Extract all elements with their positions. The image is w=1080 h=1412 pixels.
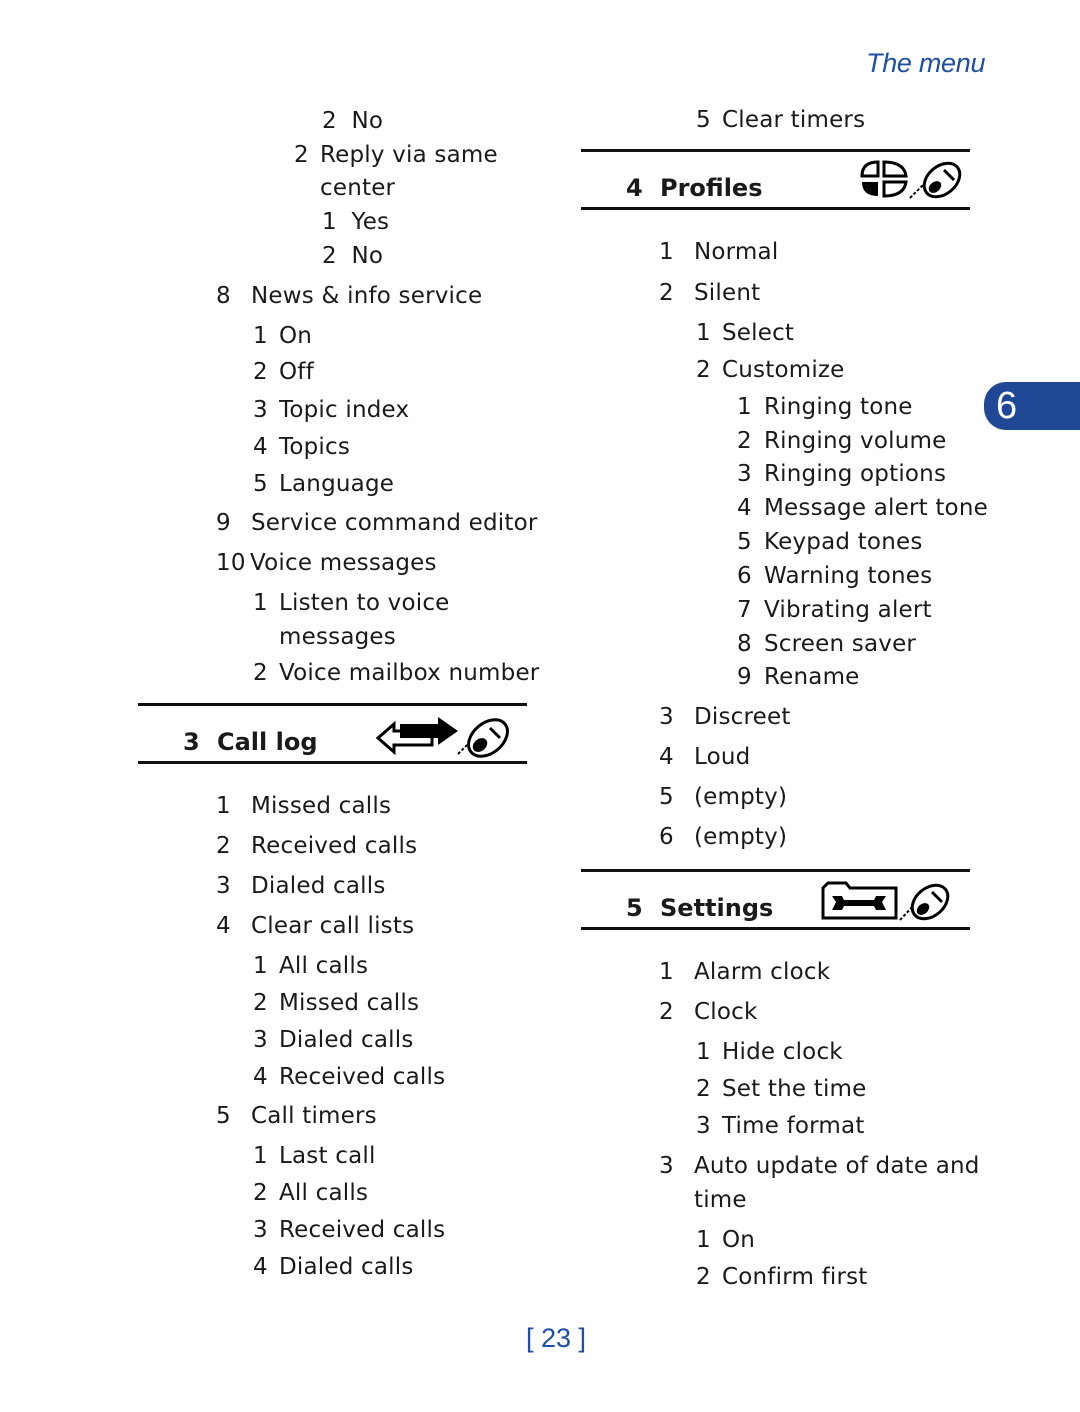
- menu-line: 1 Listen to voice: [253, 590, 450, 616]
- menu-line: 1 Alarm clock: [659, 959, 831, 985]
- menu-line: 5 Clear timers: [696, 107, 866, 133]
- menu-line: 2 No: [322, 108, 384, 134]
- page-number: [ 23 ]: [526, 1323, 587, 1353]
- call-log-icon: [376, 717, 509, 758]
- menu-line: 2 Customize: [696, 357, 845, 383]
- section-heading-settings: 5 Settings: [626, 894, 774, 922]
- menu-line: 1 All calls: [253, 953, 369, 979]
- menu-line: 8 News & info service: [216, 283, 483, 309]
- menu-line: 1 Ringing tone: [737, 394, 913, 420]
- menu-line: 2 Reply via same: [294, 142, 498, 168]
- section-rule-top: [581, 869, 970, 872]
- menu-line: 4 Dialed calls: [253, 1254, 414, 1280]
- menu-line: 4 Message alert tone: [737, 495, 988, 521]
- menu-line: 5 Call timers: [216, 1103, 377, 1129]
- menu-line: 2 Missed calls: [253, 990, 420, 1016]
- menu-line: 3 Dialed calls: [253, 1027, 414, 1053]
- menu-line: 10 Voice messages: [216, 550, 437, 576]
- menu-line: 2 Clock: [659, 999, 758, 1025]
- menu-line: 1 On: [253, 323, 313, 349]
- menu-line: 2 All calls: [253, 1180, 369, 1206]
- menu-line: messages: [279, 624, 396, 650]
- menu-line: 9 Service command editor: [216, 510, 538, 536]
- menu-line: 1 Last call: [253, 1143, 376, 1169]
- menu-line: 1 Hide clock: [696, 1039, 843, 1065]
- menu-line: 4 Received calls: [253, 1064, 446, 1090]
- menu-line: 2 Received calls: [216, 833, 418, 859]
- menu-line: 1 Select: [696, 320, 795, 346]
- menu-line: 4 Clear call lists: [216, 913, 415, 939]
- menu-line: center: [320, 175, 396, 201]
- menu-line: 6 Warning tones: [737, 563, 933, 589]
- section-rule-bottom: [581, 927, 970, 930]
- chapter-tab: 6: [984, 382, 1080, 430]
- menu-line: 3 Discreet: [659, 704, 791, 730]
- menu-line: 8 Screen saver: [737, 631, 917, 657]
- menu-line: 3 Received calls: [253, 1217, 446, 1243]
- menu-line: 2 Confirm first: [696, 1264, 868, 1290]
- section-heading-call-log: 3 Call log: [183, 728, 318, 756]
- menu-line: time: [694, 1187, 747, 1213]
- menu-line: 2 Silent: [659, 280, 761, 306]
- menu-line: 3 Topic index: [253, 397, 410, 423]
- menu-line: 3 Time format: [696, 1113, 865, 1139]
- menu-line: 6 (empty): [659, 824, 788, 850]
- menu-line: 5 Keypad tones: [737, 529, 923, 555]
- running-head: The menu: [866, 48, 986, 78]
- menu-line: 1 Missed calls: [216, 793, 392, 819]
- menu-line: 1 On: [696, 1227, 756, 1253]
- menu-line: 4 Loud: [659, 744, 751, 770]
- profiles-icon: [860, 160, 962, 199]
- menu-line: 2 Off: [253, 359, 314, 385]
- menu-line: 5 (empty): [659, 784, 788, 810]
- menu-line: 7 Vibrating alert: [737, 597, 932, 623]
- menu-line: 2 No: [322, 243, 384, 269]
- section-rule-top: [581, 149, 970, 152]
- menu-line: 9 Rename: [737, 664, 860, 690]
- section-rule-top: [138, 703, 527, 706]
- section-rule-bottom: [138, 761, 527, 764]
- menu-line: 1 Yes: [322, 209, 390, 235]
- settings-icon: [821, 881, 950, 921]
- section-heading-profiles: 4 Profiles: [626, 174, 763, 202]
- section-rule-bottom: [581, 207, 970, 210]
- menu-line: 1 Normal: [659, 239, 779, 265]
- menu-line: 3 Auto update of date and: [659, 1153, 980, 1179]
- menu-line: 2 Ringing volume: [737, 428, 947, 454]
- menu-line: 5 Language: [253, 471, 395, 497]
- menu-line: 2 Voice mailbox number: [253, 660, 540, 686]
- menu-line: 2 Set the time: [696, 1076, 867, 1102]
- menu-line: 3 Dialed calls: [216, 873, 386, 899]
- menu-line: 3 Ringing options: [737, 461, 947, 487]
- menu-line: 4 Topics: [253, 434, 351, 460]
